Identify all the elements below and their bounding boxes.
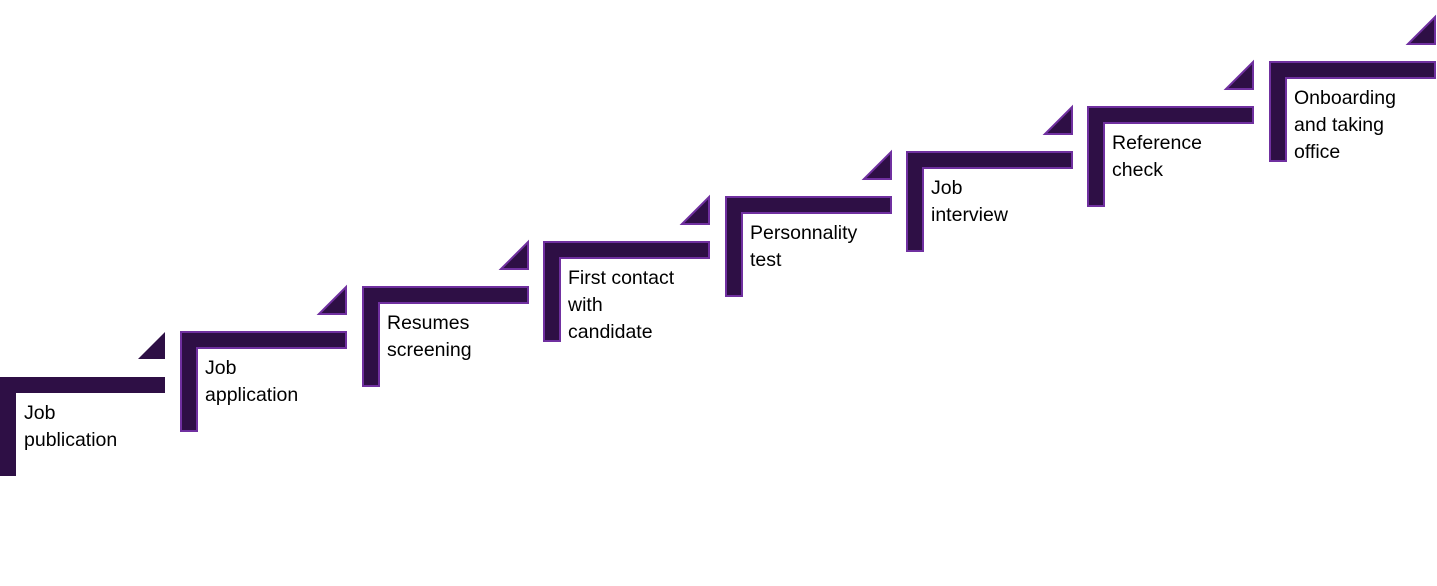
arrow-triangle-icon <box>498 239 529 270</box>
step-label: Job interview <box>931 177 1008 226</box>
arrow-triangle-icon <box>1223 59 1254 90</box>
step-label: Job application <box>205 357 299 406</box>
step-label: Job publication <box>24 402 118 451</box>
arrow-triangle-icon <box>861 149 892 180</box>
step-label: Reference check <box>1112 132 1202 181</box>
arrow-triangle-icon <box>138 332 165 359</box>
arrow-triangle-icon <box>316 284 347 315</box>
step-label: Resumes screening <box>387 312 472 361</box>
step-label: Personnality test <box>750 222 858 271</box>
arrow-triangle-icon <box>1405 14 1436 45</box>
staircase-diagram <box>0 14 1436 476</box>
arrow-triangle-icon <box>1042 104 1073 135</box>
step-label: First contact with candidate <box>568 267 675 343</box>
arrow-triangle-icon <box>679 194 710 225</box>
step-label: Onboarding and taking office <box>1294 87 1396 163</box>
